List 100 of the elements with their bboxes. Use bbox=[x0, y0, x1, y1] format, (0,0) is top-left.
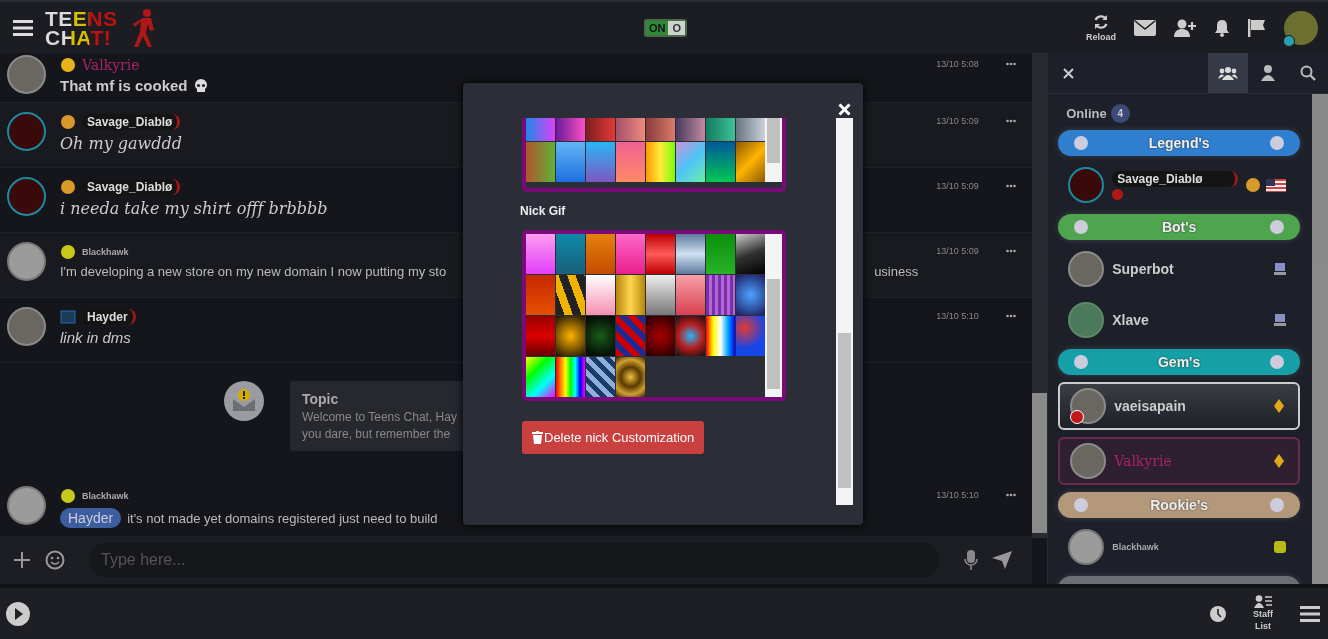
username[interactable]: Hayder bbox=[82, 309, 136, 325]
bell-icon[interactable] bbox=[1214, 18, 1230, 37]
gif-thumbnail[interactable] bbox=[736, 234, 765, 274]
add-user-icon[interactable] bbox=[1174, 18, 1196, 37]
gif-thumbnail[interactable] bbox=[526, 316, 555, 356]
scrollbar[interactable] bbox=[1032, 53, 1048, 538]
user-avatar[interactable] bbox=[7, 177, 46, 216]
microphone-icon[interactable] bbox=[964, 550, 979, 570]
scrollbar[interactable] bbox=[765, 234, 782, 397]
menu-icon[interactable] bbox=[13, 18, 33, 37]
user-list-item[interactable]: Xlave bbox=[1058, 298, 1300, 342]
gradient-swatch[interactable] bbox=[736, 118, 765, 141]
gif-thumbnail[interactable] bbox=[526, 275, 555, 315]
gif-thumbnail[interactable] bbox=[556, 316, 585, 356]
gif-thumbnail[interactable] bbox=[586, 234, 615, 274]
group-banner: Legend's bbox=[1058, 130, 1300, 156]
staff-list-button[interactable]: Staff List bbox=[1248, 595, 1278, 632]
gradient-swatch[interactable] bbox=[616, 142, 645, 182]
more-icon[interactable] bbox=[1006, 119, 1017, 123]
gradient-swatch[interactable] bbox=[676, 118, 705, 141]
user-avatar[interactable] bbox=[7, 55, 46, 94]
gif-thumbnail[interactable] bbox=[616, 357, 645, 397]
gif-thumbnail[interactable] bbox=[646, 316, 675, 356]
close-icon[interactable] bbox=[1063, 67, 1075, 79]
scrollbar[interactable] bbox=[836, 118, 853, 505]
gif-thumbnail[interactable] bbox=[556, 234, 585, 274]
gradient-swatch[interactable] bbox=[706, 142, 735, 182]
users-tab[interactable] bbox=[1208, 53, 1248, 93]
send-icon[interactable] bbox=[992, 551, 1013, 569]
user-list-item[interactable]: vaeisapain bbox=[1058, 382, 1300, 430]
user-avatar bbox=[1068, 251, 1105, 287]
message-text: i needa take my shirt offf brbbbb bbox=[60, 199, 328, 218]
gif-thumbnail[interactable] bbox=[556, 275, 585, 315]
envelope-icon[interactable] bbox=[1134, 19, 1156, 36]
user-avatar[interactable] bbox=[7, 112, 46, 151]
gradient-swatch[interactable] bbox=[526, 142, 555, 182]
username[interactable]: Blackhawk bbox=[82, 247, 129, 257]
gif-thumbnail[interactable] bbox=[586, 357, 615, 397]
gradient-swatch[interactable] bbox=[646, 142, 675, 182]
group-banner: Bot's bbox=[1058, 214, 1300, 240]
more-icon[interactable] bbox=[1006, 249, 1017, 253]
username[interactable]: Savage_Diablø bbox=[82, 114, 181, 130]
gif-thumbnail[interactable] bbox=[676, 316, 705, 356]
gif-thumbnail[interactable] bbox=[616, 234, 645, 274]
play-icon[interactable] bbox=[6, 601, 30, 626]
gif-thumbnail[interactable] bbox=[706, 316, 735, 356]
reload-button[interactable]: Reload bbox=[1086, 13, 1116, 42]
delete-button[interactable]: Delete nick Customization bbox=[522, 421, 705, 454]
gif-thumbnail[interactable] bbox=[526, 357, 555, 397]
gif-thumbnail[interactable] bbox=[616, 316, 645, 356]
more-icon[interactable] bbox=[1006, 62, 1017, 66]
gif-thumbnail[interactable] bbox=[616, 275, 645, 315]
gradient-swatch[interactable] bbox=[556, 118, 585, 141]
group-banner: Rookie's bbox=[1058, 492, 1300, 518]
emoji-icon[interactable] bbox=[45, 550, 65, 570]
more-icon[interactable] bbox=[1006, 314, 1017, 318]
gif-thumbnail[interactable] bbox=[586, 316, 615, 356]
gradient-swatch[interactable] bbox=[706, 118, 735, 141]
scrollbar[interactable] bbox=[765, 118, 782, 182]
gif-thumbnail[interactable] bbox=[706, 275, 735, 315]
gif-thumbnail[interactable] bbox=[646, 234, 675, 274]
flag-icon[interactable] bbox=[1248, 18, 1266, 37]
gif-thumbnail[interactable] bbox=[646, 275, 675, 315]
user-avatar bbox=[1068, 529, 1105, 565]
gif-thumbnail[interactable] bbox=[586, 275, 615, 315]
gif-thumbnail[interactable] bbox=[736, 275, 765, 315]
gradient-swatch[interactable] bbox=[736, 142, 765, 182]
scrollbar[interactable] bbox=[1312, 94, 1328, 584]
more-icon[interactable] bbox=[1006, 493, 1017, 497]
gradient-swatch[interactable] bbox=[676, 142, 705, 182]
clock-icon[interactable] bbox=[1210, 605, 1226, 622]
user-avatar[interactable] bbox=[7, 307, 46, 346]
username[interactable]: Blackhawk bbox=[82, 491, 129, 501]
toggle-switch[interactable]: ON O bbox=[643, 18, 688, 37]
user-list-item[interactable]: Savage_Diablø bbox=[1058, 163, 1300, 207]
gradient-swatch[interactable] bbox=[586, 142, 615, 182]
gif-thumbnail[interactable] bbox=[736, 316, 765, 356]
user-avatar[interactable] bbox=[7, 486, 46, 525]
gif-thumbnail[interactable] bbox=[706, 234, 735, 274]
gradient-swatch[interactable] bbox=[556, 142, 585, 182]
gif-thumbnail[interactable] bbox=[676, 234, 705, 274]
username[interactable]: Savage_Diablø bbox=[82, 179, 181, 195]
menu-icon[interactable] bbox=[1300, 604, 1320, 623]
user-avatar[interactable] bbox=[7, 242, 46, 281]
gif-thumbnail[interactable] bbox=[556, 357, 585, 397]
gradient-swatch[interactable] bbox=[586, 118, 615, 141]
topic-text: you dare, but remember the bbox=[302, 427, 451, 441]
plus-icon[interactable] bbox=[13, 551, 31, 569]
message-input[interactable]: Type here... bbox=[89, 543, 941, 577]
more-icon[interactable] bbox=[1006, 184, 1017, 188]
gradient-swatch[interactable] bbox=[616, 118, 645, 141]
gradient-swatch[interactable] bbox=[646, 118, 675, 141]
mention-tag[interactable]: Hayder bbox=[60, 508, 122, 528]
gif-thumbnail[interactable] bbox=[676, 275, 705, 315]
user-avatar[interactable] bbox=[1284, 10, 1318, 45]
user-list-item[interactable]: Blackhawk bbox=[1058, 525, 1300, 569]
gif-thumbnail[interactable] bbox=[526, 234, 555, 274]
refresh-icon bbox=[1093, 13, 1109, 30]
gradient-swatch[interactable] bbox=[526, 118, 555, 141]
user-list-item[interactable]: Superbot bbox=[1058, 247, 1300, 291]
